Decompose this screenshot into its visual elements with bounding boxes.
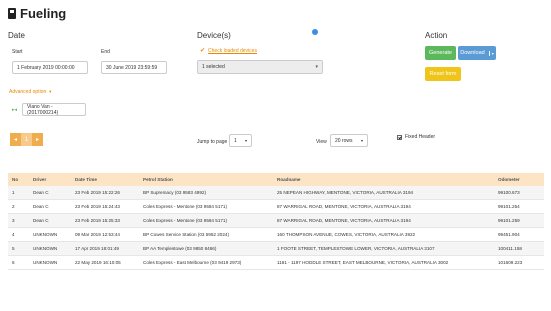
column-header[interactable]: No <box>8 173 29 186</box>
advanced-option-toggle[interactable]: Advanced option ▼ <box>9 89 52 95</box>
jump-to-page-label: Jump to page <box>197 139 228 145</box>
chevron-down-icon: ▾ <box>488 50 494 56</box>
cell-driver: Dean C <box>29 186 71 200</box>
cell-roadname: 160 THOMPSON AVENUE, COWES, VICTORIA, AU… <box>273 227 494 242</box>
cell-station: Coles Express - East Melbourne (03 9419 … <box>139 255 273 270</box>
chevron-down-icon: ▾ <box>244 138 247 143</box>
pagination: ◂ 1 ▸ <box>10 133 43 146</box>
jump-to-page-select[interactable]: 1 ▾ <box>229 134 252 147</box>
cell-odometer: 99451.904 <box>494 227 544 242</box>
cell-datetime: 09 Mar 2019 12:53:44 <box>71 227 139 242</box>
end-date-input[interactable]: 30 June 2019 23:59:59 <box>101 61 167 74</box>
checkmark-icon: ✔ <box>200 48 206 54</box>
column-header[interactable]: Odometer <box>494 173 544 186</box>
column-header[interactable]: Petrol Station <box>139 173 273 186</box>
cell-roadname: 87 WARRIGAL ROAD, MENTONE, VICTORIA, AUS… <box>273 213 494 228</box>
device-select[interactable]: 1 selected ▾ <box>197 60 323 74</box>
table-header-row: No Driver Date Time Petrol Station Roadn… <box>8 173 544 186</box>
cell-datetime: 22 May 2019 16:10:05 <box>71 255 139 270</box>
vehicle-tag[interactable]: Viano Van - (2017000214) <box>22 103 86 116</box>
column-header[interactable]: Date Time <box>71 173 139 186</box>
cell-driver: UNKNOWN <box>29 255 71 270</box>
table-row[interactable]: 3 Dean C 23 Feb 2019 15:25:33 Coles Expr… <box>8 213 544 228</box>
page-title: Fueling <box>20 6 67 21</box>
cell-station: Coles Express - Mentone (03 9584 5171) <box>139 213 273 228</box>
checkbox-icon[interactable] <box>397 134 402 140</box>
page-current[interactable]: 1 <box>21 133 32 146</box>
cell-station: BP Cowes Service Station (03 5952 2024) <box>139 227 273 242</box>
cell-station: BP Supremacy (03 9583 4992) <box>139 186 273 200</box>
chevron-down-icon: ▾ <box>360 138 363 143</box>
cell-odometer: 101609.223 <box>494 255 544 270</box>
cell-no: 1 <box>8 186 29 200</box>
generate-button[interactable]: Generate <box>425 46 456 60</box>
table-row[interactable]: 5 UNKNOWN 17 Apr 2019 18:01:49 BP AA Tem… <box>8 241 544 256</box>
chevron-down-icon: ▾ <box>315 64 318 70</box>
cell-roadname: 87 WARRIGAL ROAD, MENTONE, VICTORIA, AUS… <box>273 199 494 214</box>
table-row[interactable]: 2 Dean C 23 Feb 2019 15:24:43 Coles Expr… <box>8 199 544 214</box>
cell-no: 5 <box>8 241 29 256</box>
action-label: Action <box>425 31 448 40</box>
view-label: View <box>316 139 327 145</box>
fixed-header-toggle[interactable]: Fixed Header <box>397 134 435 140</box>
cell-odometer: 99101.259 <box>494 213 544 228</box>
devices-label: Device(s) <box>197 31 231 40</box>
check-loaded-devices-link[interactable]: ✔ Check loaded devices <box>200 47 257 55</box>
column-header[interactable]: Roadname <box>273 173 494 186</box>
cell-odometer: 99101.254 <box>494 199 544 214</box>
table-row[interactable]: 4 UNKNOWN 09 Mar 2019 12:53:44 BP Cowes … <box>8 227 544 242</box>
chevron-right-icon[interactable]: ▸ <box>32 133 43 146</box>
cell-driver: UNKNOWN <box>29 241 71 256</box>
tag-arrows-icon: ▸◂ <box>12 107 18 113</box>
cell-station: Coles Express - Mentone (03 9584 5171) <box>139 199 273 214</box>
table-row[interactable]: 6 UNKNOWN 22 May 2019 16:10:05 Coles Exp… <box>8 255 544 270</box>
caret-down-icon: ▼ <box>48 89 53 94</box>
cell-odometer: 99100.673 <box>494 186 544 200</box>
cell-no: 2 <box>8 199 29 214</box>
end-label: End <box>101 49 110 55</box>
cell-datetime: 23 Feb 2019 15:24:43 <box>71 199 139 214</box>
cell-odometer: 100411.158 <box>494 241 544 256</box>
cell-datetime: 17 Apr 2019 18:01:49 <box>71 241 139 256</box>
reset-form-button[interactable]: Reset form <box>425 67 461 81</box>
cell-datetime: 23 Feb 2019 15:22:26 <box>71 186 139 200</box>
cell-roadname: 1 FOOTE STREET, TEMPLESTOWE LOWER, VICTO… <box>273 241 494 256</box>
cell-no: 6 <box>8 255 29 270</box>
cell-driver: Dean C <box>29 199 71 214</box>
cell-roadname: 1181 - 1197 HODDLE STREET, EAST MELBOURN… <box>273 255 494 270</box>
fuel-pump-icon <box>8 8 16 19</box>
rows-per-page-select[interactable]: 20 rows ▾ <box>330 134 368 147</box>
table-row[interactable]: 1 Dean C 23 Feb 2019 15:22:26 BP Suprema… <box>8 186 544 200</box>
fueling-table: No Driver Date Time Petrol Station Roadn… <box>8 173 544 270</box>
start-date-input[interactable]: 1 February 2019 00:00:00 <box>12 61 88 74</box>
gear-icon[interactable] <box>312 29 318 35</box>
cell-station: BP AA Templestowe (03 9850 8466) <box>139 241 273 256</box>
date-label: Date <box>8 31 25 40</box>
cell-no: 3 <box>8 213 29 228</box>
start-label: Start <box>12 49 23 55</box>
cell-roadname: 25 NEPEAN HIGHWAY, MENTONE, VICTORIA, AU… <box>273 186 494 200</box>
chevron-left-icon[interactable]: ◂ <box>10 133 21 146</box>
page-header: Fueling <box>8 6 66 21</box>
column-header[interactable]: Driver <box>29 173 71 186</box>
cell-datetime: 23 Feb 2019 15:25:33 <box>71 213 139 228</box>
cell-no: 4 <box>8 227 29 242</box>
cell-driver: Dean C <box>29 213 71 228</box>
cell-driver: UNKNOWN <box>29 227 71 242</box>
download-button[interactable]: Download ▾ <box>458 46 496 60</box>
